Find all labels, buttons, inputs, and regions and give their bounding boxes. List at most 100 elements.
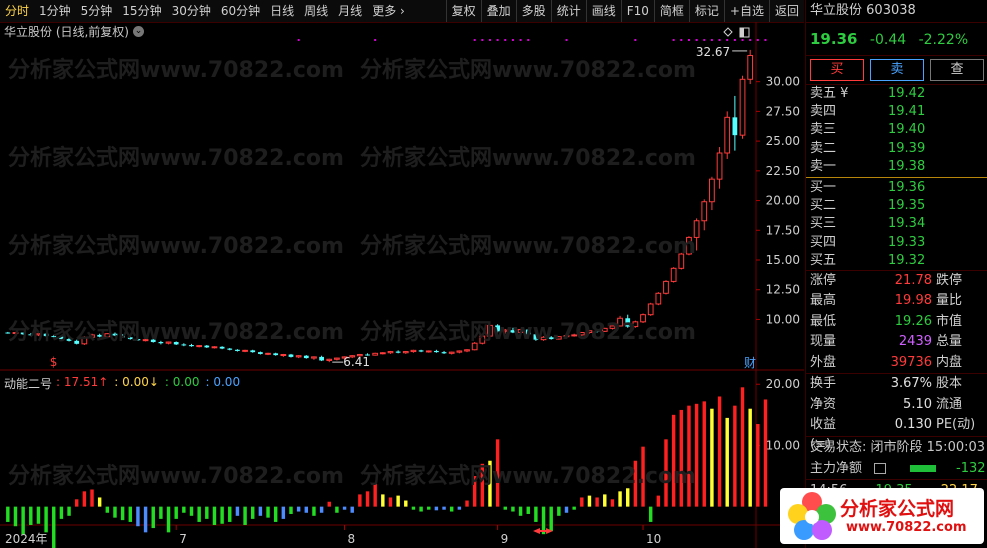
momentum-bar — [197, 506, 201, 522]
price-tick-label: 30.00 — [766, 75, 800, 89]
tool-button-7[interactable]: 标记 — [688, 0, 724, 22]
signal-dot — [496, 39, 499, 41]
momentum-bar — [120, 506, 125, 521]
candle-body — [709, 178, 715, 203]
bid-price: 19.34 — [888, 216, 926, 232]
diamond-icon[interactable] — [723, 27, 733, 37]
period-tab-8[interactable]: 月线 — [333, 0, 367, 22]
momentum-bar — [580, 497, 584, 507]
signal-dot — [741, 39, 744, 41]
x-tick-label: 10 — [646, 532, 661, 546]
x-tick-label: 2024年 — [5, 532, 48, 546]
bid-label: 买五 — [810, 252, 837, 268]
signal-dot — [374, 39, 377, 41]
momentum-bar — [404, 500, 408, 507]
period-tab-0[interactable]: 分时 — [0, 0, 34, 22]
candle-body — [66, 339, 72, 341]
period-tab-4[interactable]: 30分钟 — [167, 0, 216, 22]
candle-body — [747, 55, 754, 80]
signal-dot — [687, 39, 690, 41]
candle-body — [142, 339, 149, 342]
period-tab-5[interactable]: 60分钟 — [216, 0, 265, 22]
signal-dot — [634, 39, 637, 41]
query-button[interactable]: 查 — [930, 59, 984, 81]
momentum-bar — [296, 506, 301, 512]
candle-body — [724, 116, 731, 154]
candle-body — [739, 78, 746, 136]
candle-body — [181, 344, 187, 346]
momentum-bar — [626, 488, 630, 507]
finance-report-mark[interactable]: 财 — [744, 356, 756, 370]
tool-button-5[interactable]: F10 — [620, 0, 654, 22]
bid-label: 买四 — [810, 234, 837, 250]
momentum-bar — [756, 424, 760, 507]
candle-body — [89, 334, 95, 338]
period-tabs: 分时 1分钟 5分钟 15分钟 30分钟 60分钟 日线 周线 月线 更多 › — [0, 0, 446, 22]
tool-button-0[interactable]: 复权 — [445, 0, 481, 22]
momentum-bars — [6, 387, 768, 548]
period-tab-9[interactable]: 更多 › — [367, 0, 410, 22]
kline-chart[interactable]: 30.00 27.50 25.00 22.50 20.00 17.50 15.00 12.50… — [0, 22, 804, 548]
list-icon[interactable] — [874, 462, 886, 474]
candle-body — [165, 341, 172, 344]
candle-body — [487, 324, 493, 337]
tool-button-4[interactable]: 画线 — [585, 0, 621, 22]
candle-body — [625, 318, 631, 327]
tool-button-3[interactable]: 统计 — [550, 0, 586, 22]
candle-body — [81, 336, 88, 345]
tool-button-1[interactable]: 叠加 — [480, 0, 516, 22]
ask-label: 卖五 ¥ — [810, 86, 849, 101]
momentum-bar — [36, 506, 41, 524]
indicator-values: : 17.51↑: 0.00↓: 0.00: 0.00 — [56, 375, 240, 392]
buy-button[interactable]: 买 — [810, 59, 864, 81]
stat-label: 外盘 — [810, 354, 837, 370]
period-tab-2[interactable]: 5分钟 — [76, 0, 118, 22]
momentum-bar — [273, 506, 278, 522]
tool-button-2[interactable]: 多股 — [515, 0, 551, 22]
tool-button-8[interactable]: +自选 — [723, 0, 769, 22]
ask-row: 卖二 19.39 — [806, 140, 987, 158]
dropdown-icon[interactable]: ⌄ — [133, 26, 144, 37]
momentum-bar — [304, 506, 309, 513]
momentum-bar — [136, 506, 140, 527]
candle-body — [104, 333, 111, 338]
signal-dot — [519, 39, 522, 41]
period-tab-6[interactable]: 日线 — [265, 0, 299, 22]
x-tick-label: 7 — [179, 532, 187, 546]
momentum-bar — [557, 506, 561, 516]
momentum-bar — [396, 495, 400, 507]
stat-label-2: 跌停 — [936, 272, 963, 288]
momentum-bar — [143, 506, 148, 533]
momentum-bar — [518, 506, 523, 516]
candle-body — [395, 351, 401, 353]
momentum-bar — [105, 506, 110, 513]
candle-body — [150, 339, 156, 343]
candle-body — [43, 333, 49, 337]
momentum-bar — [733, 405, 737, 507]
signal-dot — [733, 39, 736, 41]
candle-body — [74, 340, 80, 344]
momentum-bar — [97, 497, 102, 507]
candle-body — [211, 346, 218, 349]
signal-dot — [511, 39, 514, 41]
candle-body — [28, 334, 34, 336]
momentum-bar — [74, 499, 79, 507]
momentum-bar — [480, 463, 485, 507]
bid-price: 19.32 — [888, 252, 926, 268]
tool-button-6[interactable]: 简框 — [653, 0, 689, 22]
momentum-bar — [6, 506, 10, 522]
period-tab-3[interactable]: 15分钟 — [117, 0, 166, 22]
ask-label: 卖三 — [810, 122, 837, 138]
dividend-mark[interactable]: $ — [50, 355, 58, 369]
momentum-bar — [358, 494, 362, 507]
bid-row: 买五 19.32 — [806, 252, 987, 270]
candle-body — [617, 317, 623, 327]
tool-button-9[interactable]: 返回 — [768, 0, 804, 22]
period-tab-1[interactable]: 1分钟 — [34, 0, 76, 22]
momentum-bar — [289, 506, 293, 514]
momentum-bar — [373, 483, 377, 507]
candle-body — [20, 332, 26, 335]
fin-label-2: 流通 — [936, 396, 963, 412]
period-tab-7[interactable]: 周线 — [299, 0, 333, 22]
sell-button[interactable]: 卖 — [870, 59, 924, 81]
